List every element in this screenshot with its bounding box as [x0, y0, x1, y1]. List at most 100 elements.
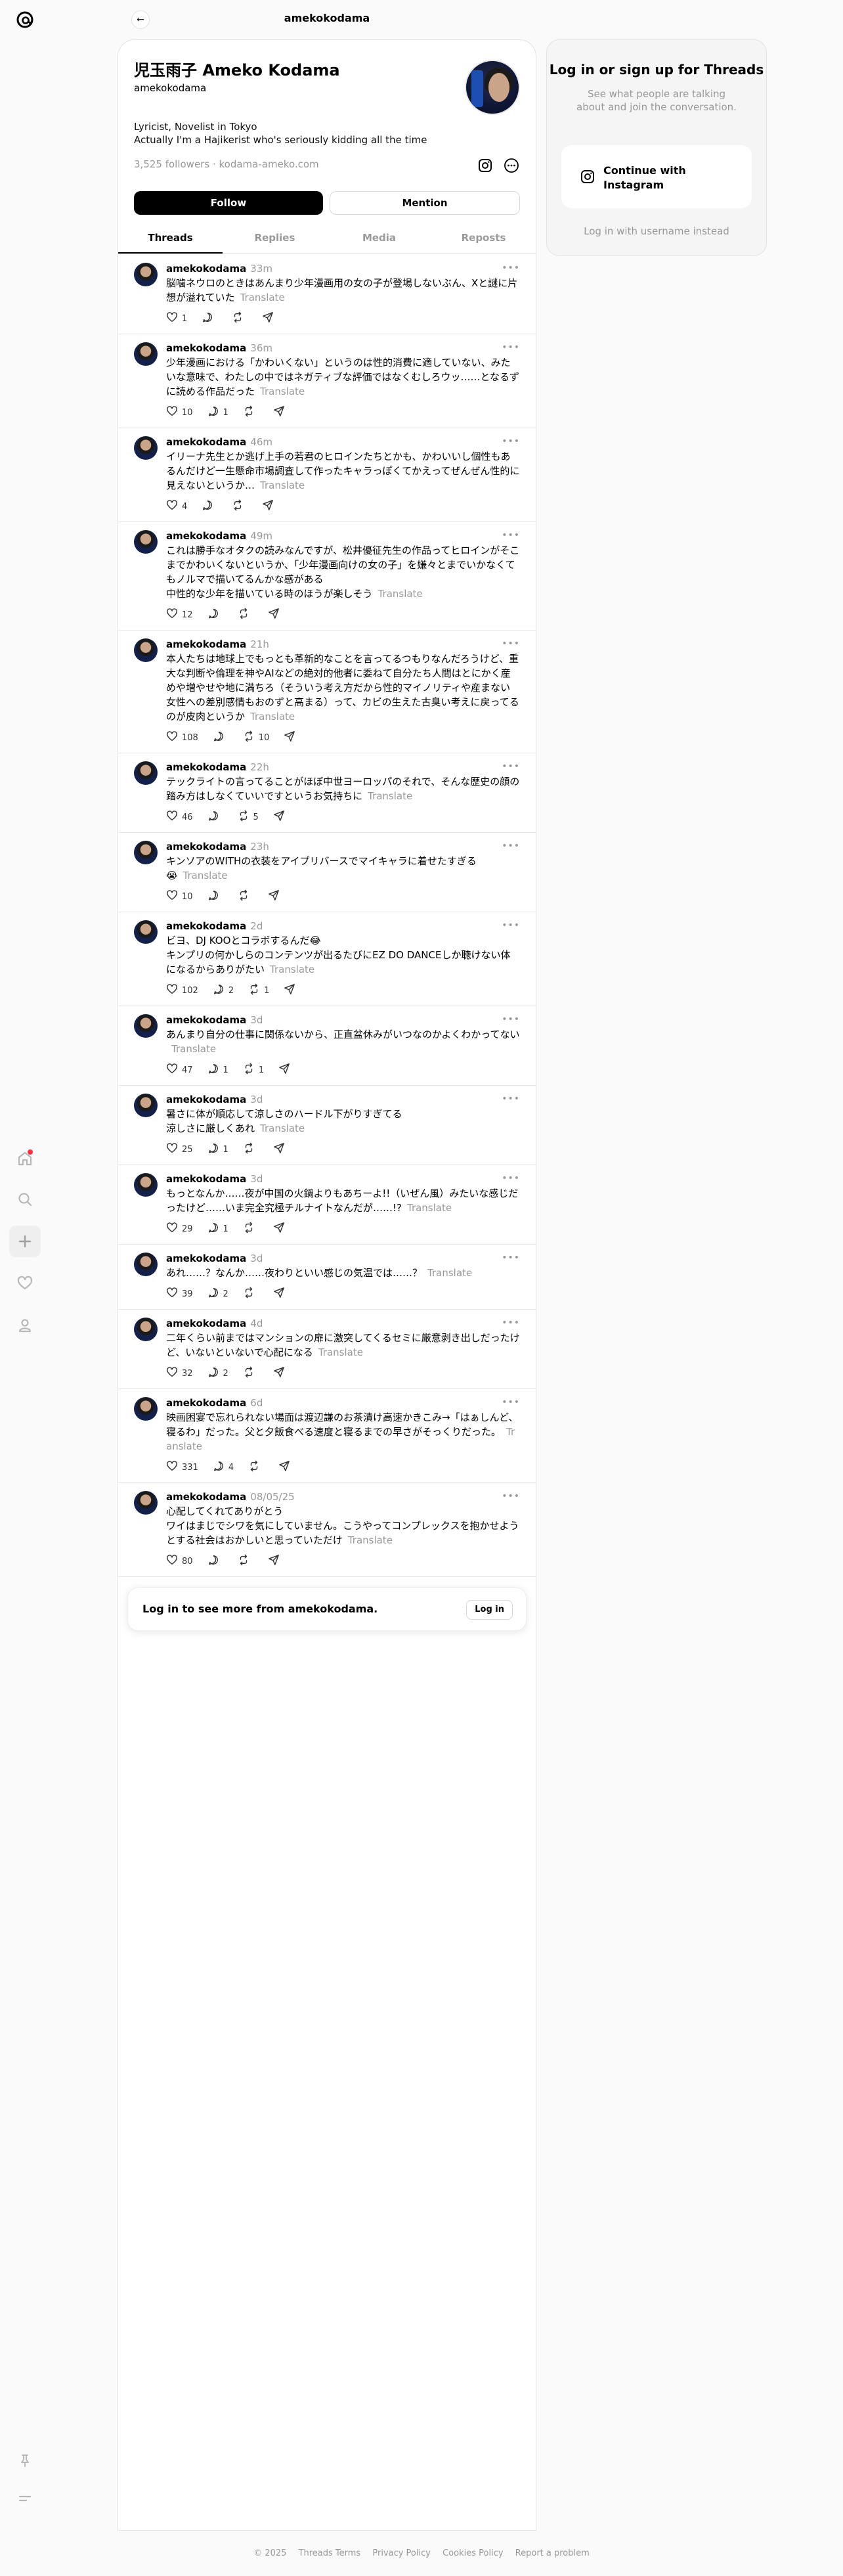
post-avatar[interactable]: [134, 1491, 158, 1515]
post-avatar[interactable]: [134, 761, 158, 785]
repost-button[interactable]: 5: [238, 810, 259, 824]
thread-post[interactable]: amekokodama 3d ••• 暑さに体が順応して涼しさのハードル下がりすぎてる…: [118, 1086, 536, 1165]
reply-button[interactable]: 1: [207, 1222, 228, 1236]
post-time[interactable]: 3d: [250, 1094, 263, 1105]
reply-button[interactable]: 1: [207, 1063, 228, 1077]
like-button[interactable]: 39: [166, 1287, 193, 1301]
thread-post[interactable]: amekokodama 3d ••• あれ……？なんか……夜わりといい感じの気温では……: [118, 1245, 536, 1310]
reply-button[interactable]: [213, 730, 228, 745]
threads-logo-icon[interactable]: [13, 8, 37, 32]
post-more-icon[interactable]: •••: [502, 342, 520, 353]
post-more-icon[interactable]: •••: [502, 1173, 520, 1184]
pin-icon[interactable]: [9, 2445, 41, 2476]
post-username[interactable]: amekokodama: [166, 342, 246, 354]
reply-button[interactable]: [207, 810, 223, 824]
repost-button[interactable]: [238, 608, 253, 622]
post-more-icon[interactable]: •••: [502, 263, 520, 273]
post-username[interactable]: amekokodama: [166, 1397, 246, 1409]
follow-button[interactable]: Follow: [134, 191, 323, 215]
reply-button[interactable]: [207, 1554, 223, 1568]
post-time[interactable]: 6d: [250, 1397, 263, 1409]
like-button[interactable]: 12: [166, 608, 193, 622]
post-more-icon[interactable]: •••: [502, 1318, 520, 1328]
like-button[interactable]: 331: [166, 1460, 198, 1475]
repost-button[interactable]: [243, 1366, 259, 1381]
post-time[interactable]: 23h: [250, 841, 269, 853]
thread-post[interactable]: amekokodama 6d ••• 映画困宴で忘れられない場面は渡辺謙のお茶漬け高速…: [118, 1389, 536, 1483]
post-avatar[interactable]: [134, 1014, 158, 1038]
post-avatar[interactable]: [134, 1318, 158, 1341]
post-username[interactable]: amekokodama: [166, 1014, 246, 1026]
post-username[interactable]: amekokodama: [166, 1094, 246, 1105]
post-username[interactable]: amekokodama: [166, 436, 246, 448]
create-plus-icon[interactable]: [9, 1226, 41, 1257]
post-avatar[interactable]: [134, 530, 158, 554]
more-options-icon[interactable]: [503, 157, 520, 174]
reply-button[interactable]: [202, 499, 217, 514]
footer-terms-link[interactable]: Threads Terms: [299, 2548, 361, 2558]
translate-link[interactable]: Translate: [183, 870, 228, 881]
post-time[interactable]: 49m: [250, 530, 272, 542]
thread-post[interactable]: amekokodama 08/05/25 ••• 心配してくれてありがとう ワイはまじ…: [118, 1483, 536, 1577]
post-avatar[interactable]: [134, 841, 158, 864]
repost-button[interactable]: [248, 1460, 264, 1475]
translate-link[interactable]: Translate: [270, 964, 314, 975]
post-time[interactable]: 33m: [250, 263, 272, 275]
repost-button[interactable]: [238, 1554, 253, 1568]
like-button[interactable]: 10: [166, 889, 193, 904]
post-more-icon[interactable]: •••: [502, 841, 520, 851]
footer-cookies-link[interactable]: Cookies Policy: [443, 2548, 503, 2558]
share-button[interactable]: [273, 1142, 285, 1157]
repost-button[interactable]: [243, 1222, 259, 1236]
profile-avatar[interactable]: [465, 60, 520, 115]
post-avatar[interactable]: [134, 342, 158, 366]
like-button[interactable]: 108: [166, 730, 198, 745]
translate-link[interactable]: Translate: [368, 790, 412, 802]
repost-button[interactable]: [243, 405, 259, 420]
repost-button[interactable]: 1: [248, 983, 269, 998]
reply-button[interactable]: 2: [207, 1287, 228, 1301]
post-username[interactable]: amekokodama: [166, 761, 246, 773]
repost-button[interactable]: 1: [243, 1063, 264, 1077]
tab-replies[interactable]: Replies: [223, 223, 327, 254]
post-more-icon[interactable]: •••: [502, 1397, 520, 1408]
post-avatar[interactable]: [134, 1397, 158, 1421]
login-button[interactable]: Log in: [466, 1600, 513, 1620]
post-more-icon[interactable]: •••: [502, 1094, 520, 1104]
like-button[interactable]: 1: [166, 311, 187, 326]
reply-button[interactable]: [207, 608, 223, 622]
share-button[interactable]: [273, 405, 285, 420]
post-more-icon[interactable]: •••: [502, 1491, 520, 1501]
post-time[interactable]: 36m: [250, 342, 272, 354]
continue-with-instagram-button[interactable]: Continue with Instagram: [561, 145, 752, 208]
post-time[interactable]: 22h: [250, 761, 269, 773]
share-button[interactable]: [273, 1222, 285, 1236]
post-username[interactable]: amekokodama: [166, 530, 246, 542]
search-icon[interactable]: [9, 1184, 41, 1215]
translate-link[interactable]: Translate: [240, 292, 285, 303]
thread-post[interactable]: amekokodama 49m ••• これは勝手なオタクの読みなんですが、松井優征先…: [118, 522, 536, 631]
profile-icon[interactable]: [9, 1310, 41, 1341]
post-more-icon[interactable]: •••: [502, 530, 520, 541]
tab-media[interactable]: Media: [327, 223, 431, 254]
tab-reposts[interactable]: Reposts: [431, 223, 536, 254]
reply-button[interactable]: 2: [213, 983, 234, 998]
heart-icon[interactable]: [9, 1268, 41, 1299]
repost-button[interactable]: [238, 889, 253, 904]
translate-link[interactable]: Translate: [407, 1202, 452, 1214]
post-more-icon[interactable]: •••: [502, 1253, 520, 1263]
post-username[interactable]: amekokodama: [166, 1318, 246, 1329]
thread-post[interactable]: amekokodama 22h ••• テックライトの言ってることがほぼ中世ヨーロッパ…: [118, 753, 536, 833]
share-button[interactable]: [278, 1460, 290, 1475]
thread-post[interactable]: amekokodama 23h ••• キンソアのWITHの衣装をアイプリバースでマイ…: [118, 833, 536, 912]
reply-button[interactable]: 1: [207, 405, 228, 420]
thread-post[interactable]: amekokodama 4d ••• 二年くらい前まではマンションの扉に激突してくるセ…: [118, 1310, 536, 1389]
post-time[interactable]: 3d: [250, 1173, 263, 1185]
instagram-icon[interactable]: [477, 157, 494, 174]
post-time[interactable]: 21h: [250, 638, 269, 650]
like-button[interactable]: 32: [166, 1366, 193, 1381]
repost-button[interactable]: [232, 499, 248, 514]
post-more-icon[interactable]: •••: [502, 436, 520, 447]
home-icon[interactable]: [9, 1143, 41, 1174]
username-login-link[interactable]: Log in with username instead: [547, 225, 766, 237]
